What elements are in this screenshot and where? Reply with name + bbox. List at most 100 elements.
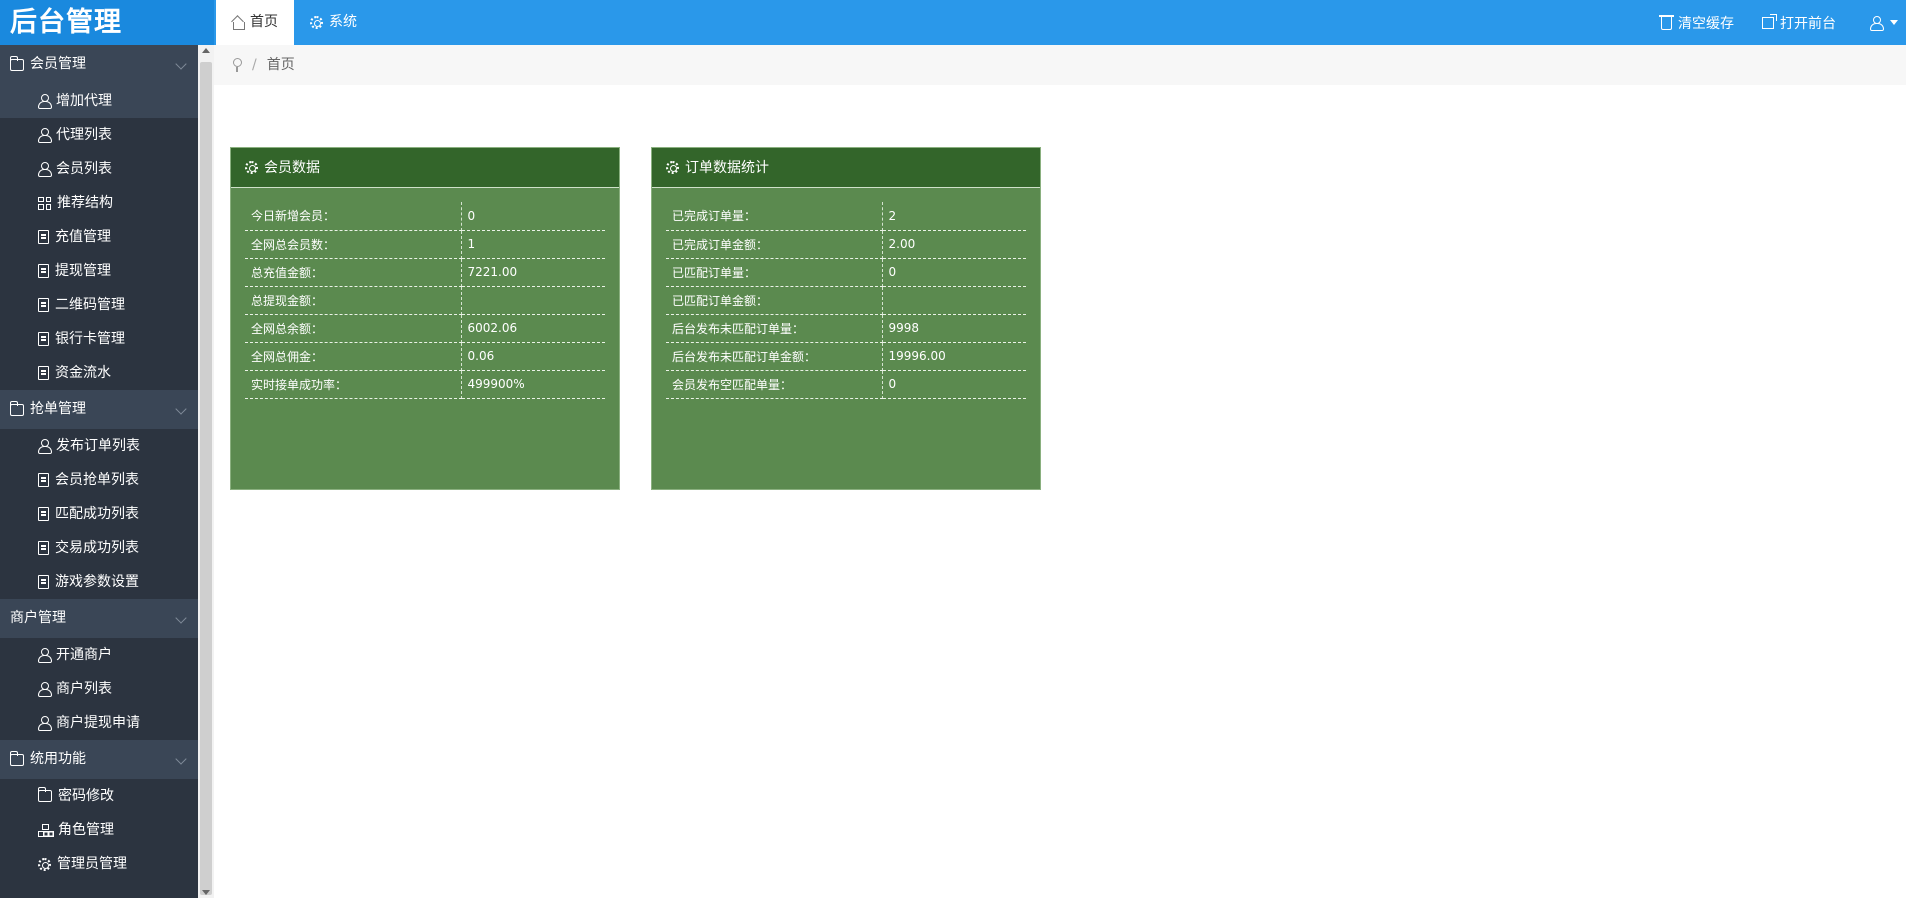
tab-system[interactable]: 系统 — [294, 0, 373, 45]
sidebar-group-orders[interactable]: 抢单管理 — [0, 390, 198, 429]
clear-cache-button[interactable]: 清空缓存 — [1647, 13, 1748, 33]
sidebar-item-member-list[interactable]: 会员列表 — [0, 152, 198, 186]
file-icon — [38, 298, 49, 312]
stat-label: 全网总会员数： — [245, 230, 462, 259]
dashboard-area: 会员数据 今日新增会员： 0 全网总会员数： 1 总充值金额： 7221.00 … — [214, 85, 1906, 898]
stat-label: 总充值金额： — [245, 258, 462, 287]
sidebar-item-admins[interactable]: 管理员管理 — [0, 847, 198, 881]
sidebar-item-member-grab-orders[interactable]: 会员抢单列表 — [0, 463, 198, 497]
sidebar-item-roles[interactable]: 角色管理 — [0, 813, 198, 847]
panel-body: 今日新增会员： 0 全网总会员数： 1 总充值金额： 7221.00 总提现金额… — [231, 188, 619, 399]
sidebar-item-label: 角色管理 — [58, 822, 114, 838]
gear-icon — [310, 16, 323, 29]
stat-label: 已匹配订单量： — [666, 258, 883, 287]
scroll-up-arrow-icon[interactable] — [202, 48, 210, 53]
sidebar-item-fund-flow[interactable]: 资金流水 — [0, 356, 198, 390]
sidebar-item-qrcode[interactable]: 二维码管理 — [0, 288, 198, 322]
stat-label: 已完成订单量： — [666, 202, 883, 231]
sidebar-item-label: 会员列表 — [56, 161, 112, 177]
sidebar-item-merchant-list[interactable]: 商户列表 — [0, 672, 198, 706]
order-stats-table: 已完成订单量： 2 已完成订单金额： 2.00 已匹配订单量： 0 已匹配订单金… — [666, 202, 1026, 399]
stat-label: 全网总佣金： — [245, 342, 462, 371]
stat-value: 0 — [461, 202, 605, 231]
scrollbar-thumb[interactable] — [200, 62, 212, 895]
sidebar-group-title: 商户管理 — [10, 610, 66, 626]
sidebar-item-label: 管理员管理 — [57, 856, 127, 872]
sidebar-item-label: 匹配成功列表 — [55, 506, 139, 522]
sidebar-item-agent-list[interactable]: 代理列表 — [0, 118, 198, 152]
sidebar-group-member[interactable]: 会员管理 — [0, 45, 198, 84]
header-actions: 清空缓存 打开前台 — [1647, 0, 1906, 45]
stat-label: 今日新增会员： — [245, 202, 462, 231]
user-icon — [38, 716, 52, 731]
sidebar-item-published-orders[interactable]: 发布订单列表 — [0, 429, 198, 463]
external-link-icon — [1762, 13, 1777, 29]
folder-open-icon — [9, 750, 24, 766]
clear-cache-label: 清空缓存 — [1678, 15, 1734, 32]
user-icon — [38, 94, 52, 109]
sidebar-item-add-agent[interactable]: 增加代理 — [0, 84, 198, 118]
sidebar-item-merchant-withdraw[interactable]: 商户提现申请 — [0, 706, 198, 740]
member-stats-table: 今日新增会员： 0 全网总会员数： 1 总充值金额： 7221.00 总提现金额… — [245, 202, 605, 399]
sidebar-group-title: 抢单管理 — [30, 401, 86, 417]
sidebar-item-withdraw[interactable]: 提现管理 — [0, 254, 198, 288]
sidebar-item-bank-card[interactable]: 银行卡管理 — [0, 322, 198, 356]
stat-label: 总提现金额： — [245, 286, 462, 315]
sidebar-item-recharge[interactable]: 充值管理 — [0, 220, 198, 254]
sidebar-item-label: 发布订单列表 — [56, 438, 140, 454]
sidebar-item-label: 增加代理 — [56, 93, 112, 109]
file-icon — [38, 230, 49, 244]
sidebar-item-label: 密码修改 — [58, 788, 114, 804]
stat-label: 后台发布未匹配订单量： — [666, 314, 883, 343]
tab-system-label: 系统 — [329, 14, 357, 30]
folder-open-icon — [37, 787, 52, 802]
file-icon — [38, 507, 49, 521]
breadcrumb-separator: / — [252, 57, 257, 73]
top-header: 后台管理 首页 系统 清空缓存 打开前台 — [0, 0, 1906, 45]
table-row: 实时接单成功率： 499900% — [245, 370, 605, 399]
user-icon — [1870, 15, 1884, 31]
user-menu-button[interactable] — [1850, 15, 1906, 31]
stat-value: 19996.00 — [882, 342, 1026, 371]
table-row: 后台发布未匹配订单金额： 19996.00 — [666, 342, 1026, 371]
file-icon — [38, 575, 49, 589]
chevron-down-icon — [176, 614, 186, 624]
sidebar-item-trade-success-list[interactable]: 交易成功列表 — [0, 531, 198, 565]
panel-title: 会员数据 — [264, 159, 320, 176]
tab-home[interactable]: 首页 — [216, 0, 294, 45]
stat-value: 0 — [882, 370, 1026, 399]
sidebar-item-password[interactable]: 密码修改 — [0, 779, 198, 813]
stat-value: 6002.06 — [461, 314, 605, 343]
member-data-panel: 会员数据 今日新增会员： 0 全网总会员数： 1 总充值金额： 7221.00 … — [230, 147, 620, 490]
stat-value: 2 — [882, 202, 1026, 231]
scroll-down-arrow-icon[interactable] — [202, 890, 210, 895]
app-logo[interactable]: 后台管理 — [0, 0, 214, 45]
file-icon — [38, 366, 49, 380]
open-frontend-button[interactable]: 打开前台 — [1748, 13, 1850, 33]
sidebar-item-referral-structure[interactable]: 推荐结构 — [0, 186, 198, 220]
panel-body: 已完成订单量： 2 已完成订单金额： 2.00 已匹配订单量： 0 已匹配订单金… — [652, 188, 1040, 399]
sidebar-group-merchants[interactable]: 商户管理 — [0, 599, 198, 638]
table-row: 已匹配订单量： 0 — [666, 258, 1026, 287]
sidebar-item-open-merchant[interactable]: 开通商户 — [0, 638, 198, 672]
stat-label: 全网总余额： — [245, 314, 462, 343]
stat-label: 已完成订单金额： — [666, 230, 883, 259]
tab-home-label: 首页 — [250, 14, 278, 30]
sidebar-scrollbar[interactable] — [198, 45, 214, 898]
stat-label: 已匹配订单金额： — [666, 286, 883, 315]
table-row: 会员发布空匹配单量： 0 — [666, 370, 1026, 399]
file-icon — [38, 473, 49, 487]
table-row: 全网总佣金： 0.06 — [245, 342, 605, 371]
sidebar-item-label: 会员抢单列表 — [55, 472, 139, 488]
sidebar-item-label: 商户提现申请 — [56, 715, 140, 731]
order-stats-panel: 订单数据统计 已完成订单量： 2 已完成订单金额： 2.00 已匹配订单量： 0… — [651, 147, 1041, 490]
sidebar-item-label: 游戏参数设置 — [55, 574, 139, 590]
breadcrumb-current[interactable]: 首页 — [267, 45, 295, 85]
app-root: 后台管理 首页 系统 清空缓存 打开前台 会员管理 增加代理 代理列表 会员列表… — [0, 0, 1906, 898]
panel-title: 订单数据统计 — [685, 159, 769, 176]
sidebar-item-matched-list[interactable]: 匹配成功列表 — [0, 497, 198, 531]
sidebar-item-game-settings[interactable]: 游戏参数设置 — [0, 565, 198, 599]
file-icon — [38, 264, 49, 278]
sidebar-group-common[interactable]: 统用功能 — [0, 740, 198, 779]
sidebar-item-label: 推荐结构 — [57, 195, 113, 211]
